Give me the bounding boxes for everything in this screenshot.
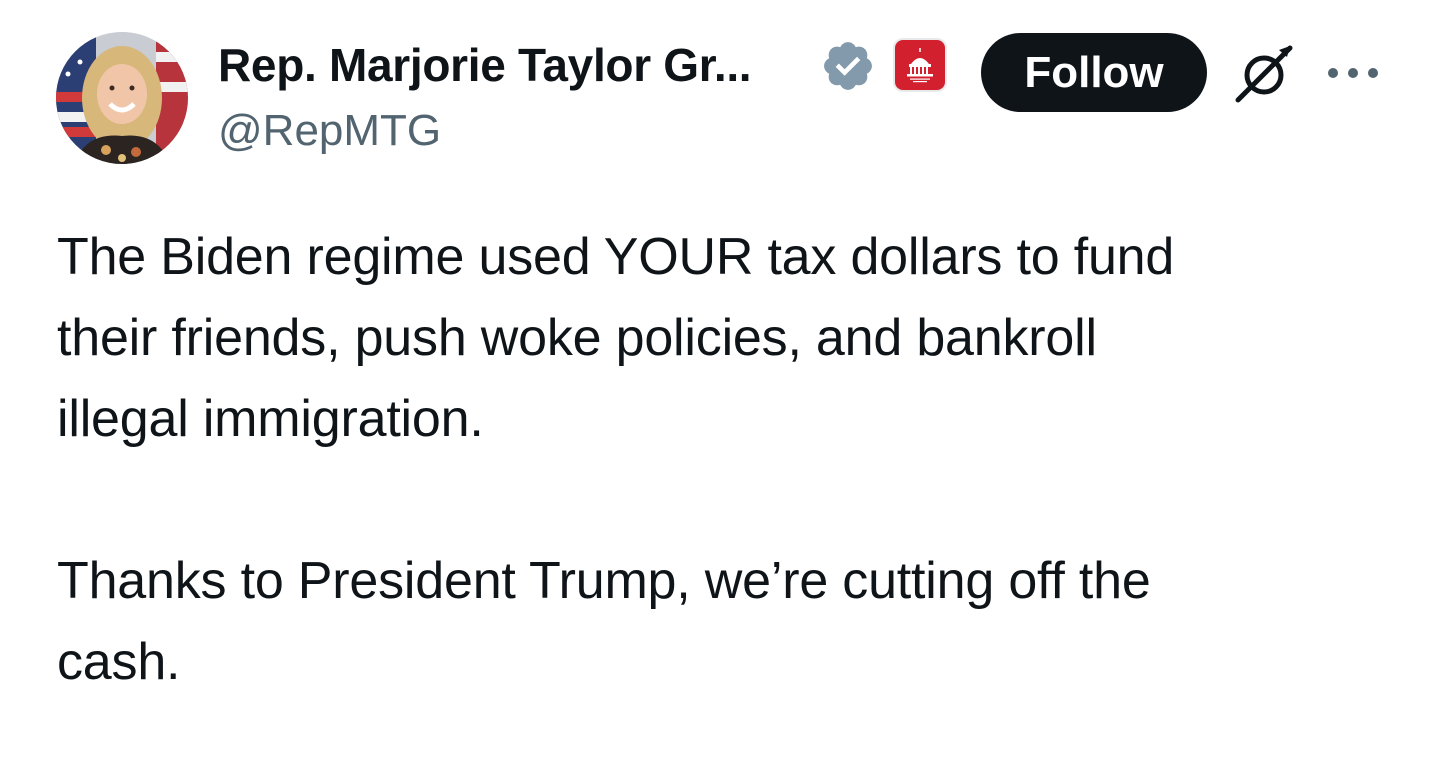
capitol-dome-icon[interactable]: [895, 40, 945, 90]
tweet-header: Rep. Marjorie Taylor Gr... @RepMTG Follo…: [0, 0, 1440, 180]
grok-icon[interactable]: [1232, 42, 1296, 104]
more-options-icon[interactable]: [1325, 58, 1381, 88]
author-display-name[interactable]: Rep. Marjorie Taylor Gr...: [218, 38, 752, 92]
avatar[interactable]: [56, 32, 188, 164]
follow-button[interactable]: Follow: [981, 33, 1207, 112]
tweet-text: The Biden regime used YOUR tax dollars t…: [57, 228, 1175, 691]
author-handle[interactable]: @RepMTG: [218, 106, 441, 156]
avatar-image: [56, 32, 188, 164]
verified-badge-icon[interactable]: [820, 38, 876, 94]
